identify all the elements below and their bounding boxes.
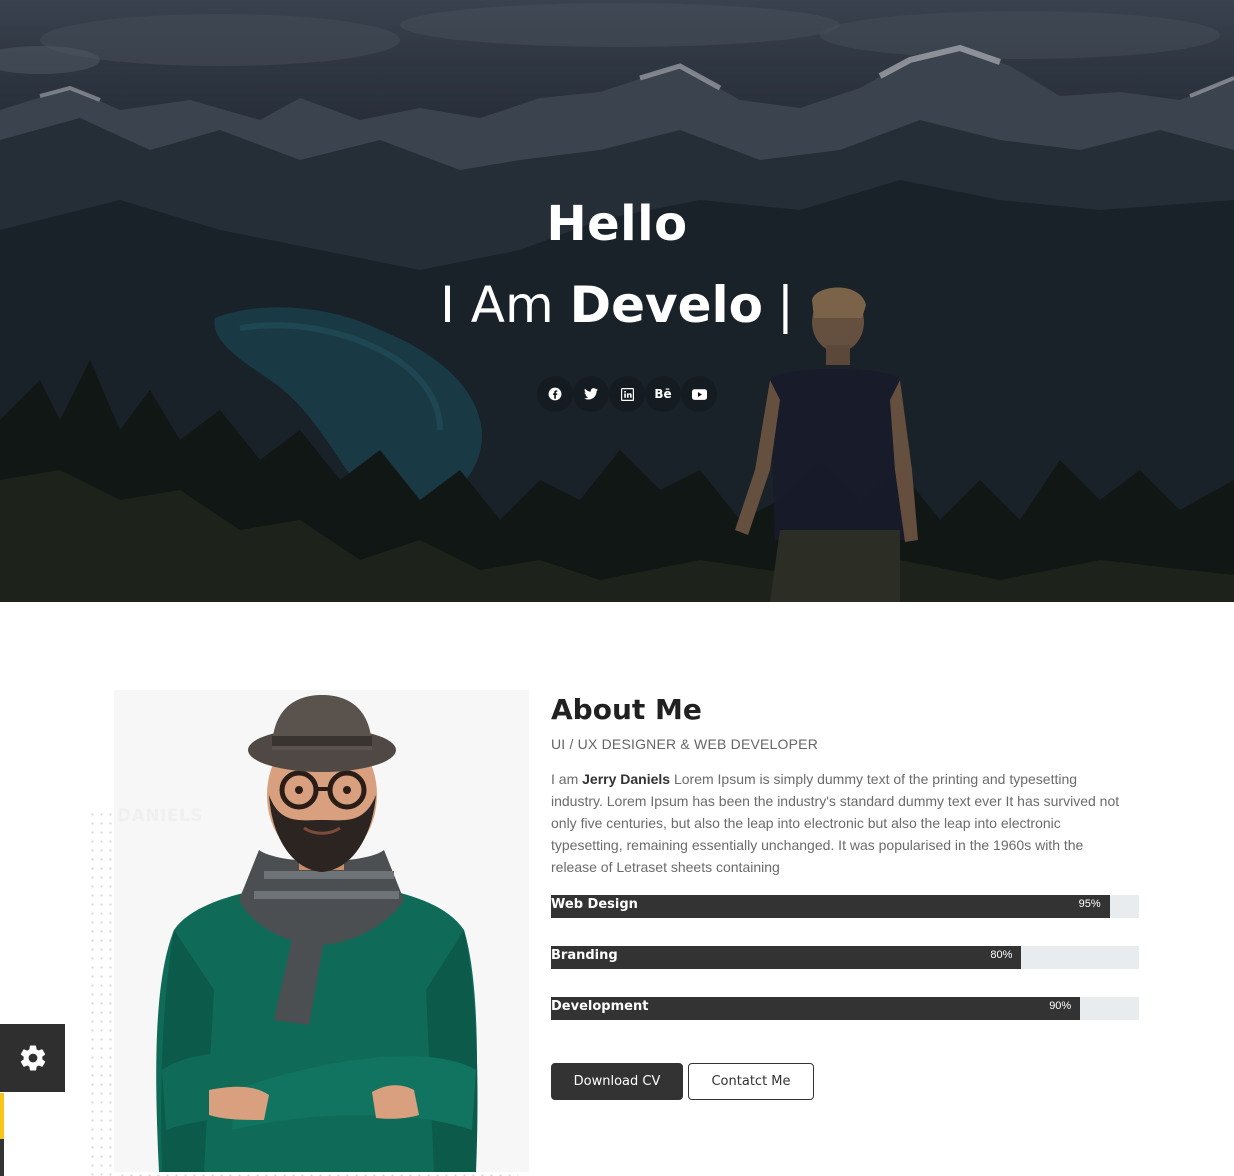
skill-bar-branding: Branding 80% (551, 946, 1139, 969)
skill-name: Development (551, 999, 649, 1014)
youtube-icon (691, 388, 707, 400)
social-links: Bē (537, 376, 717, 412)
about-bio: I am Jerry Daniels Lorem Ipsum is simply… (551, 768, 1131, 878)
profile-illustration (156, 695, 478, 1172)
ghost-name-text: DANIELS (117, 806, 204, 826)
skill-fill (551, 946, 1022, 969)
hero-subtitle: I Am Develo | (0, 275, 1234, 335)
typing-cursor: | (777, 276, 794, 334)
skill-percent: 95% (1078, 898, 1101, 910)
contact-me-button[interactable]: Contatct Me (688, 1063, 814, 1100)
facebook-icon (548, 387, 562, 401)
skill-percent: 90% (1049, 1000, 1072, 1012)
skill-bar-web-design: Web Design 95% (551, 895, 1139, 918)
behance-icon: Bē (654, 387, 672, 401)
settings-dark-strip (0, 1139, 4, 1176)
youtube-link[interactable] (681, 376, 717, 412)
settings-toggle-button[interactable] (0, 1024, 65, 1092)
bio-name: Jerry Daniels (582, 771, 671, 787)
twitter-icon (584, 388, 598, 400)
hero-typed-text: Develo (569, 276, 764, 334)
about-role: UI / UX DESIGNER & WEB DEVELOPER (551, 736, 819, 752)
twitter-link[interactable] (573, 376, 609, 412)
hero-subtitle-prefix: I Am (440, 276, 554, 334)
hero-section: Hello I Am Develo | Bē (0, 0, 1234, 602)
behance-link[interactable]: Bē (645, 376, 681, 412)
bio-prefix: I am (551, 771, 583, 787)
linkedin-icon (620, 387, 634, 401)
skill-name: Branding (551, 948, 618, 963)
download-cv-button[interactable]: Download CV (551, 1063, 683, 1100)
skill-bar-development: Development 90% (551, 997, 1139, 1020)
skill-percent: 80% (990, 949, 1013, 961)
linkedin-link[interactable] (609, 376, 645, 412)
hero-title: Hello (546, 196, 688, 252)
skill-name: Web Design (551, 897, 638, 912)
about-section: About Me UI / UX DESIGNER & WEB DEVELOPE… (551, 690, 1141, 878)
about-heading: About Me (551, 693, 702, 726)
settings-accent-strip (0, 1093, 4, 1139)
profile-photo (114, 690, 529, 1172)
facebook-link[interactable] (537, 376, 573, 412)
gear-icon (20, 1045, 45, 1071)
